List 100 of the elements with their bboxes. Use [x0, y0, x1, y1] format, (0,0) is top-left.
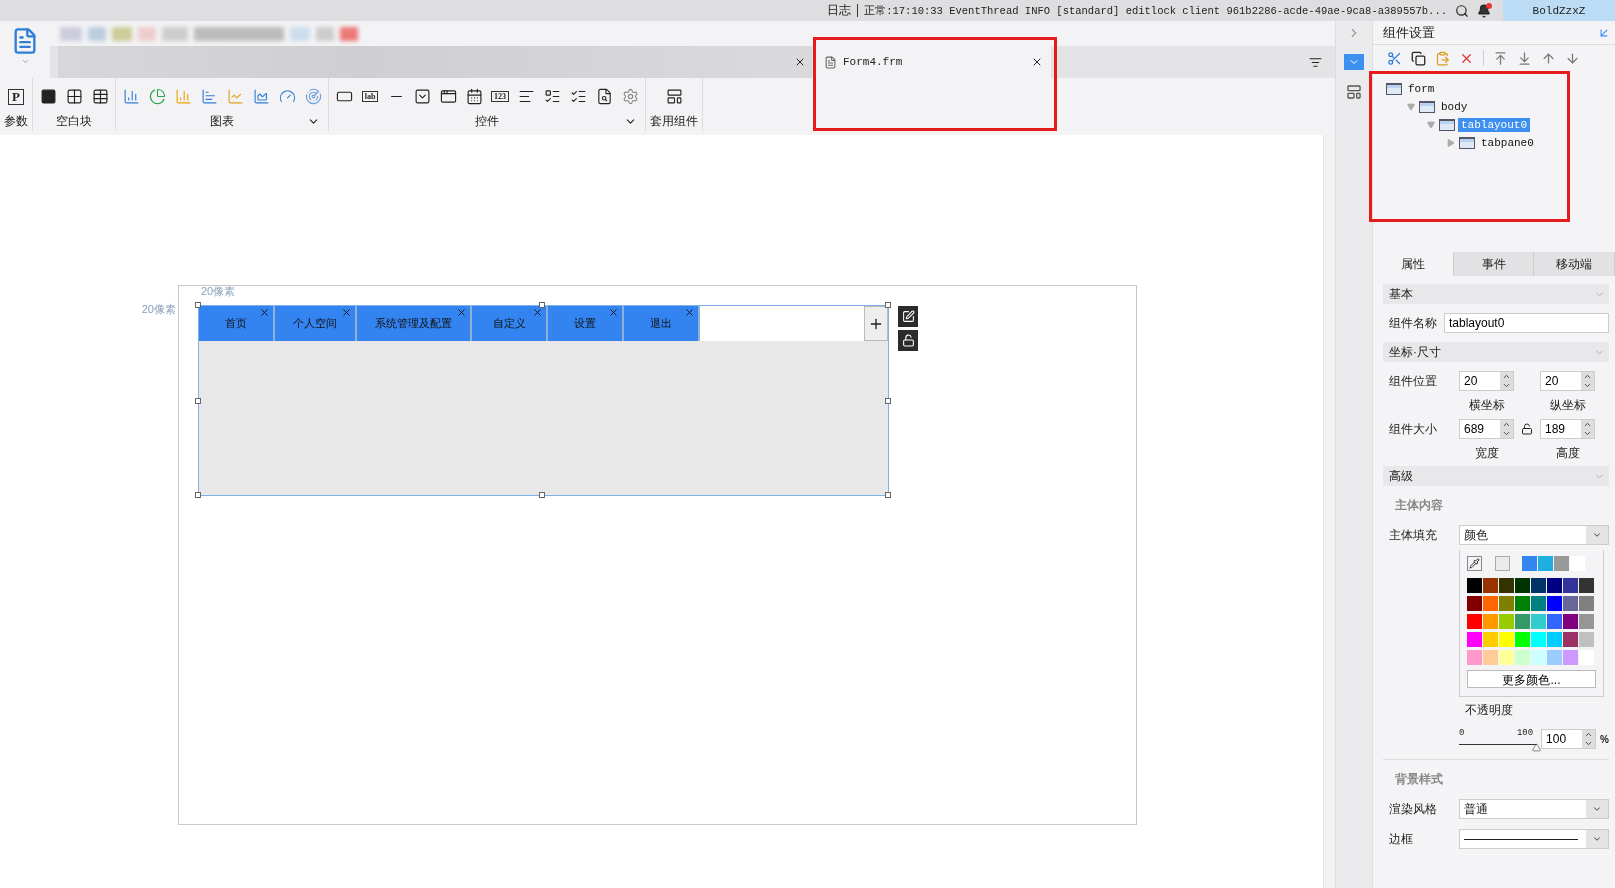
calendar-icon[interactable]	[465, 88, 483, 106]
color-swatch[interactable]	[1467, 632, 1482, 647]
resize-handle[interactable]	[539, 492, 545, 498]
expand-arrow-icon[interactable]	[1447, 139, 1455, 147]
color-swatch[interactable]	[1495, 556, 1510, 571]
block-icon[interactable]	[39, 88, 57, 106]
color-swatch[interactable]	[1483, 650, 1498, 665]
close-icon[interactable]	[1031, 56, 1043, 68]
color-swatch[interactable]	[1499, 632, 1514, 647]
search-icon[interactable]	[595, 88, 613, 106]
scrollbar[interactable]	[1323, 135, 1335, 888]
color-swatch[interactable]	[1563, 614, 1578, 629]
color-swatch[interactable]	[1563, 596, 1578, 611]
tree-item[interactable]: form	[1405, 82, 1438, 96]
color-swatch[interactable]	[1467, 596, 1482, 611]
copy-icon[interactable]	[1411, 50, 1426, 66]
resize-handle[interactable]	[539, 302, 545, 308]
layout-tab[interactable]: 个人空间	[275, 306, 357, 341]
color-swatch[interactable]	[1499, 578, 1514, 593]
move-up-icon[interactable]	[1541, 50, 1556, 66]
color-swatch[interactable]	[1547, 578, 1562, 593]
move-bottom-icon[interactable]	[1517, 50, 1532, 66]
area-chart-icon[interactable]	[252, 88, 270, 106]
collapse-arrow-icon[interactable]	[1407, 103, 1415, 111]
pie-chart-icon[interactable]	[148, 88, 166, 106]
color-swatch[interactable]	[1483, 578, 1498, 593]
color-swatch[interactable]	[1515, 632, 1530, 647]
paste-icon[interactable]	[1435, 50, 1450, 66]
color-swatch[interactable]	[1467, 650, 1482, 665]
resize-handle[interactable]	[885, 398, 891, 404]
color-swatch[interactable]	[1467, 578, 1482, 593]
line-chart-icon[interactable]	[226, 88, 244, 106]
bell-icon[interactable]	[1477, 3, 1491, 18]
color-swatch[interactable]	[1538, 556, 1553, 571]
color-swatch[interactable]	[1531, 650, 1546, 665]
window-icon[interactable]	[439, 88, 457, 106]
color-swatch[interactable]	[1547, 596, 1562, 611]
panel-tab[interactable]: 事件	[1453, 252, 1535, 276]
color-swatch[interactable]	[1579, 596, 1594, 611]
layout-tab[interactable]: 退出	[624, 306, 700, 341]
grid-icon[interactable]	[65, 88, 83, 106]
resize-handle[interactable]	[885, 302, 891, 308]
color-swatch[interactable]	[1515, 578, 1530, 593]
render-style-select[interactable]: 普通	[1459, 799, 1609, 819]
color-swatch[interactable]	[1499, 596, 1514, 611]
color-swatch[interactable]	[1467, 614, 1482, 629]
label-control-icon[interactable]: lab	[361, 91, 379, 103]
tree-item[interactable]: body	[1438, 100, 1471, 114]
component-panel-button[interactable]	[1344, 54, 1364, 70]
settings-icon[interactable]	[621, 88, 639, 106]
color-swatch[interactable]	[1499, 614, 1514, 629]
layout-tab[interactable]: 设置	[548, 306, 624, 341]
color-swatch[interactable]	[1483, 596, 1498, 611]
number-field-icon[interactable]: 123	[491, 91, 509, 103]
color-swatch[interactable]	[1547, 632, 1562, 647]
layout-icon[interactable]	[1346, 84, 1362, 100]
color-swatch[interactable]	[1522, 556, 1537, 571]
resize-handle[interactable]	[195, 492, 201, 498]
color-swatch[interactable]	[1531, 614, 1546, 629]
move-top-icon[interactable]	[1493, 50, 1508, 66]
unlock-icon[interactable]	[1521, 423, 1533, 435]
layout-tab[interactable]: 自定义	[472, 306, 548, 341]
color-swatch[interactable]	[1499, 650, 1514, 665]
color-swatch[interactable]	[1579, 632, 1594, 647]
layout-icon[interactable]	[665, 88, 683, 106]
cut-icon[interactable]	[1387, 50, 1402, 66]
color-swatch[interactable]	[1531, 632, 1546, 647]
resize-handle[interactable]	[885, 492, 891, 498]
name-field[interactable]: tablayout0	[1444, 313, 1609, 333]
color-swatch[interactable]	[1531, 596, 1546, 611]
user-name[interactable]: BoldZzxZ	[1503, 0, 1615, 21]
color-swatch[interactable]	[1563, 650, 1578, 665]
color-swatch[interactable]	[1515, 650, 1530, 665]
color-swatch[interactable]	[1554, 556, 1569, 571]
fill-select[interactable]: 颜色	[1459, 525, 1609, 545]
panel-tab[interactable]: 移动端	[1534, 252, 1615, 276]
resize-handle[interactable]	[195, 302, 201, 308]
color-swatch[interactable]	[1515, 614, 1530, 629]
layout-tab[interactable]: 首页	[199, 306, 275, 341]
color-swatch[interactable]	[1579, 578, 1594, 593]
file-tab[interactable]: Form4.frm	[816, 46, 1051, 78]
color-swatch[interactable]	[1563, 578, 1578, 593]
color-swatch[interactable]	[1579, 614, 1594, 629]
horizontal-bar-chart-icon[interactable]	[200, 88, 218, 106]
color-swatch[interactable]	[1547, 614, 1562, 629]
color-swatch[interactable]	[1515, 596, 1530, 611]
radar-chart-icon[interactable]	[304, 88, 322, 106]
layout-tab[interactable]: 系统管理及配置	[357, 306, 472, 341]
tab-menu-icon[interactable]	[1309, 55, 1322, 69]
add-tab-button[interactable]	[864, 306, 888, 341]
table-icon[interactable]	[91, 88, 109, 106]
color-swatch[interactable]	[1547, 650, 1562, 665]
more-colors-button[interactable]: 更多颜色...	[1467, 670, 1596, 688]
color-swatch[interactable]	[1570, 556, 1585, 571]
move-down-icon[interactable]	[1565, 50, 1580, 66]
color-swatch[interactable]	[1563, 632, 1578, 647]
column-chart-icon[interactable]	[122, 88, 140, 106]
dropdown-icon[interactable]	[413, 88, 431, 106]
color-swatch[interactable]	[1483, 632, 1498, 647]
slider-thumb[interactable]	[1532, 743, 1542, 752]
